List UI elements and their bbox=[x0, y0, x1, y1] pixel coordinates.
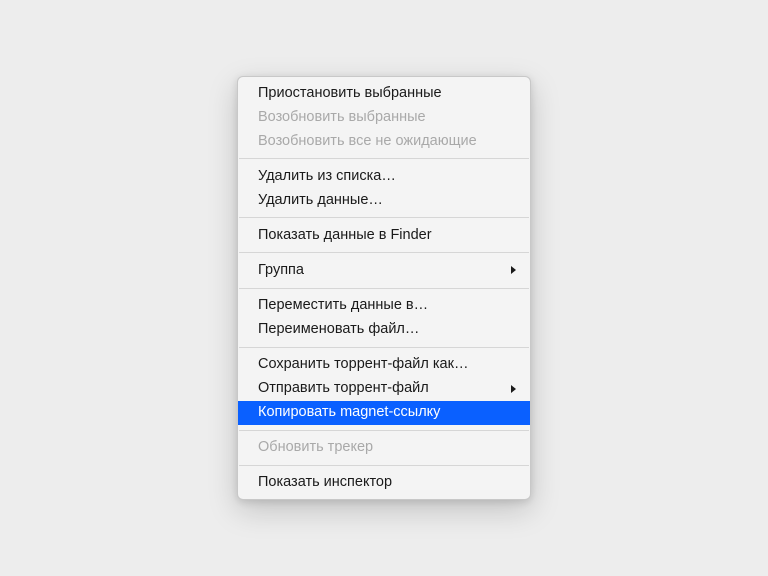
menu-item-group[interactable]: Группа bbox=[238, 258, 530, 282]
menu-separator bbox=[239, 217, 529, 218]
menu-separator bbox=[239, 465, 529, 466]
menu-item-label: Возобновить все не ожидающие bbox=[258, 133, 477, 149]
menu-item-label: Сохранить торрент-файл как… bbox=[258, 356, 468, 372]
menu-item-show-in-finder[interactable]: Показать данные в Finder bbox=[238, 223, 530, 247]
menu-item-save-torrent-as[interactable]: Сохранить торрент-файл как… bbox=[238, 353, 530, 377]
menu-item-label: Обновить трекер bbox=[258, 439, 373, 455]
menu-item-label: Возобновить выбранные bbox=[258, 109, 426, 125]
menu-item-delete-data[interactable]: Удалить данные… bbox=[238, 188, 530, 212]
menu-item-label: Удалить данные… bbox=[258, 192, 383, 208]
submenu-arrow-icon bbox=[510, 265, 518, 275]
menu-item-rename-file[interactable]: Переименовать файл… bbox=[238, 318, 530, 342]
menu-separator bbox=[239, 252, 529, 253]
submenu-arrow-icon bbox=[510, 384, 518, 394]
menu-item-label: Удалить из списка… bbox=[258, 168, 396, 184]
menu-item-refresh-tracker[interactable]: Обновить трекер bbox=[238, 436, 530, 460]
menu-item-send-torrent-file[interactable]: Отправить торрент-файл bbox=[238, 377, 530, 401]
menu-item-label: Отправить торрент-файл bbox=[258, 380, 429, 396]
menu-separator bbox=[239, 158, 529, 159]
menu-item-move-data-to[interactable]: Переместить данные в… bbox=[238, 294, 530, 318]
menu-item-copy-magnet-link[interactable]: Копировать magnet-ссылку bbox=[238, 401, 530, 425]
menu-separator bbox=[239, 430, 529, 431]
menu-item-label: Группа bbox=[258, 262, 304, 278]
menu-item-label: Переместить данные в… bbox=[258, 297, 428, 313]
menu-item-resume-selected[interactable]: Возобновить выбранные bbox=[238, 105, 530, 129]
menu-item-label: Показать данные в Finder bbox=[258, 227, 432, 243]
menu-separator bbox=[239, 347, 529, 348]
menu-item-label: Показать инспектор bbox=[258, 474, 392, 490]
context-menu[interactable]: Приостановить выбранные Возобновить выбр… bbox=[237, 76, 531, 499]
menu-item-show-inspector[interactable]: Показать инспектор bbox=[238, 471, 530, 495]
menu-separator bbox=[239, 288, 529, 289]
menu-item-pause-selected[interactable]: Приостановить выбранные bbox=[238, 81, 530, 105]
menu-item-resume-all-not-waiting[interactable]: Возобновить все не ожидающие bbox=[238, 129, 530, 153]
menu-item-label: Копировать magnet-ссылку bbox=[258, 404, 440, 420]
menu-item-label: Приостановить выбранные bbox=[258, 85, 442, 101]
menu-item-remove-from-list[interactable]: Удалить из списка… bbox=[238, 164, 530, 188]
menu-item-label: Переименовать файл… bbox=[258, 321, 419, 337]
